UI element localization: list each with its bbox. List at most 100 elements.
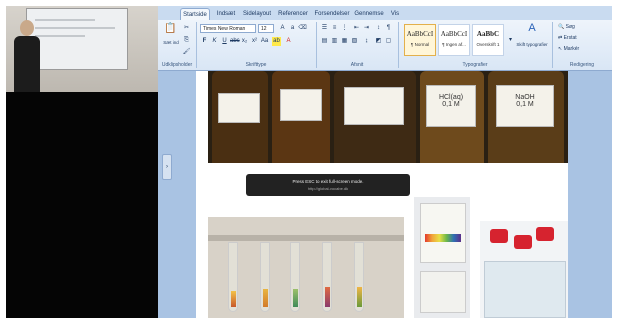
flask-cap: [536, 227, 554, 241]
group-label-styles: Typografier: [462, 62, 488, 68]
tube-rack: [208, 235, 404, 241]
font-size-combo[interactable]: 12: [258, 24, 274, 33]
bullets-icon[interactable]: ☰: [320, 24, 329, 33]
subscript-icon[interactable]: x₂: [240, 37, 249, 46]
flask-cap: [514, 235, 532, 249]
test-tube: [228, 242, 238, 312]
bold-icon[interactable]: F: [200, 37, 209, 46]
paste-button-label[interactable]: Sæt ind: [160, 40, 182, 45]
bottle-label: HCl(aq) 0,1 M: [426, 85, 476, 127]
bottle: HCl(aq) 0,1 M: [420, 71, 484, 163]
lecturer-body: [14, 36, 40, 92]
group-label-font: Skrifttype: [245, 62, 267, 68]
flask-body: [484, 261, 566, 318]
borders-icon[interactable]: ▢: [384, 37, 393, 46]
numbering-icon[interactable]: ≡: [330, 24, 339, 33]
change-case-icon[interactable]: Aa: [260, 37, 269, 46]
tab-referencer[interactable]: Referencer: [278, 8, 308, 20]
test-tube: [290, 242, 300, 312]
style-name: ¶ Normal: [410, 42, 430, 47]
increase-indent-icon[interactable]: ⇥: [362, 24, 371, 33]
decrease-indent-icon[interactable]: ⇤: [352, 24, 361, 33]
test-tube: [354, 242, 364, 312]
document-page[interactable]: HCl(aq) 0,1 M NaOH 0,1 M Press ESC to ex…: [196, 71, 568, 318]
style-sample: AaBbC: [476, 30, 500, 38]
clear-format-icon[interactable]: ⌫: [298, 24, 307, 33]
format-painter-icon[interactable]: 🖌: [182, 48, 191, 57]
sort-icon[interactable]: ↕: [374, 24, 383, 33]
select-icon: ↖: [558, 46, 563, 52]
shading-icon[interactable]: ◩: [374, 37, 383, 46]
select-button[interactable]: ↖ Markér: [558, 46, 579, 52]
line-spacing-icon[interactable]: ↨: [362, 37, 371, 46]
screen-line: [35, 19, 95, 21]
align-right-icon[interactable]: ▦: [340, 37, 349, 46]
multilevel-list-icon[interactable]: ⋮: [340, 24, 349, 33]
ph-chart-card: [420, 203, 466, 263]
ribbon-tabs: Startside Indsæt Sidelayout Referencer F…: [158, 6, 612, 21]
highlight-icon[interactable]: ab: [272, 37, 281, 46]
bottle-label: [344, 87, 404, 125]
bottle: [272, 71, 330, 163]
tab-vis[interactable]: Vis: [388, 8, 402, 20]
font-color-icon[interactable]: A: [284, 37, 293, 46]
tab-forsendelser[interactable]: Forsendelser: [314, 8, 350, 20]
fullscreen-notice-text: Press ESC to exit full-screen mode.: [292, 179, 364, 184]
font-name-combo[interactable]: Times New Roman: [200, 24, 256, 33]
style-no-spacing[interactable]: AaBbCcI ¶ Ingen af...: [438, 24, 470, 56]
styles-gallery-more-icon[interactable]: ▾: [506, 24, 515, 56]
italic-icon[interactable]: K: [210, 37, 219, 46]
change-styles-button[interactable]: Skift typografier: [516, 42, 548, 47]
ph-strip: [293, 289, 298, 307]
find-button[interactable]: 🔍 Søg: [558, 24, 575, 30]
replace-label: Erstat: [563, 35, 577, 41]
find-icon: 🔍: [558, 24, 565, 30]
ribbon: 📋 Sæt ind ✂ ⎘ 🖌 Udklipsholder Times New …: [158, 20, 612, 71]
bottle-label: [218, 93, 260, 123]
superscript-icon[interactable]: x²: [250, 37, 259, 46]
replace-button[interactable]: ⇄ Erstat: [558, 35, 577, 41]
ph-paper-photo: [414, 197, 470, 318]
bottle-label: [280, 89, 322, 121]
change-styles-icon[interactable]: A: [522, 23, 542, 38]
align-center-icon[interactable]: ▥: [330, 37, 339, 46]
copy-icon[interactable]: ⎘: [182, 36, 191, 45]
lecture-room-view: [6, 6, 158, 318]
tab-sidelayout[interactable]: Sidelayout: [242, 8, 272, 20]
justify-icon[interactable]: ▧: [350, 37, 359, 46]
style-normal[interactable]: AaBbCcI ¶ Normal: [404, 24, 436, 56]
underline-icon[interactable]: U: [220, 37, 229, 46]
align-left-icon[interactable]: ▤: [320, 37, 329, 46]
ph-paper-box: [420, 271, 466, 313]
expand-handle-icon[interactable]: ›: [162, 154, 172, 180]
style-heading-1[interactable]: AaBbC Overskrift 1: [472, 24, 504, 56]
strikethrough-icon[interactable]: abc: [230, 37, 240, 46]
screen-line: [35, 27, 115, 29]
style-sample: AaBbCcI: [440, 30, 468, 38]
ph-strip: [231, 291, 236, 307]
style-sample: AaBbCcI: [406, 30, 434, 38]
flask-cap: [490, 229, 508, 243]
show-formatting-icon[interactable]: ¶: [384, 24, 393, 33]
group-label-editing: Redigering: [569, 62, 595, 68]
group-label-clipboard: Udklipsholder: [161, 62, 193, 68]
bottle-label-text: HCl(aq) 0,1 M: [438, 94, 464, 108]
find-label: Søg: [565, 24, 575, 30]
test-tube: [260, 242, 270, 312]
word-window: Startside Indsæt Sidelayout Referencer F…: [158, 6, 612, 318]
lecturer: [12, 20, 42, 92]
paste-icon[interactable]: 📋: [164, 24, 176, 38]
flasks-photo: [480, 221, 568, 318]
shrink-font-icon[interactable]: a: [288, 24, 297, 33]
style-name: ¶ Ingen af...: [442, 42, 466, 47]
select-label: Markér: [563, 46, 580, 52]
replace-icon: ⇄: [558, 35, 563, 41]
ph-strip: [357, 287, 362, 307]
tab-gennemse[interactable]: Gennemse: [354, 8, 384, 20]
tab-indsaet[interactable]: Indsæt: [214, 8, 238, 20]
cut-icon[interactable]: ✂: [182, 24, 191, 33]
grow-font-icon[interactable]: A: [278, 24, 287, 33]
bottle: [334, 71, 416, 163]
bottle-label: NaOH 0,1 M: [496, 85, 554, 127]
test-tubes-photo: [208, 217, 404, 318]
